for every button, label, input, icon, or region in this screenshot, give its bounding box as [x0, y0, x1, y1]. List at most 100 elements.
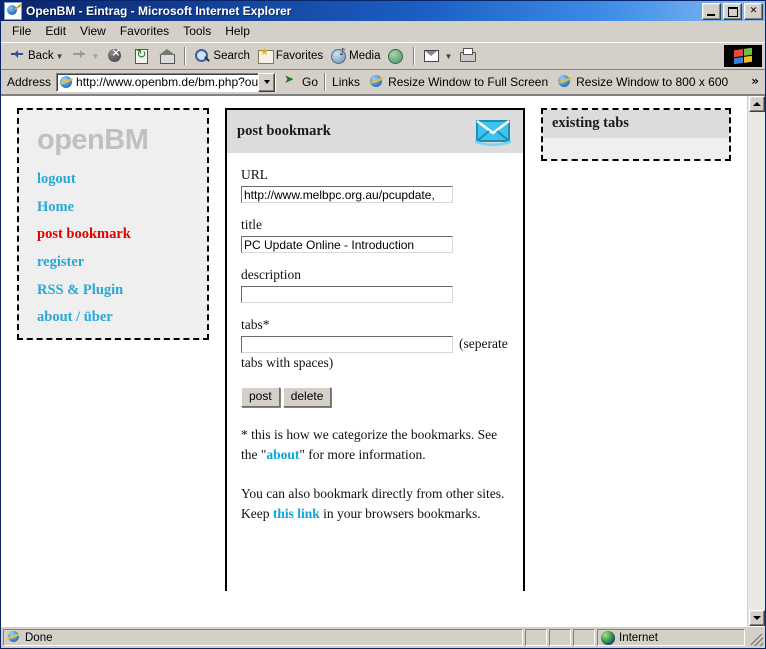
- browser-window: OpenBM - Eintrag - Microsoft Internet Ex…: [0, 0, 766, 649]
- windows-flag-icon: [734, 47, 752, 65]
- address-label: Address: [7, 75, 52, 89]
- link-resize-800x600[interactable]: Resize Window to 800 x 600: [556, 73, 728, 91]
- menu-item-help[interactable]: Help: [218, 22, 257, 40]
- scroll-down-button[interactable]: [748, 610, 765, 626]
- existing-tabs-title: existing tabs: [543, 110, 729, 138]
- address-dropdown-icon[interactable]: [258, 72, 276, 92]
- links-label[interactable]: Links: [332, 75, 360, 89]
- security-zone-pane: Internet: [597, 629, 745, 646]
- refresh-icon: [131, 47, 151, 65]
- page-content: openBM logout Home post bookmark registe…: [1, 96, 747, 626]
- sidebar-item-post-bookmark[interactable]: post bookmark: [37, 226, 189, 243]
- sidebar-item-rss-plugin[interactable]: RSS & Plugin: [37, 282, 189, 299]
- existing-tabs-body: [543, 138, 729, 154]
- description-input[interactable]: [241, 286, 453, 303]
- sidebar-item-home[interactable]: Home: [37, 199, 189, 216]
- stop-button[interactable]: [102, 45, 128, 67]
- favorites-star-icon: [256, 47, 276, 65]
- security-zone-label: Internet: [619, 631, 658, 644]
- existing-tabs-panel: existing tabs: [541, 108, 731, 161]
- vertical-scrollbar[interactable]: [747, 96, 765, 626]
- search-label: Search: [213, 50, 250, 62]
- minimize-button[interactable]: [702, 2, 721, 20]
- menu-item-edit[interactable]: Edit: [38, 22, 73, 40]
- history-button[interactable]: [383, 45, 409, 67]
- status-pane-4: [573, 629, 595, 646]
- scroll-up-button[interactable]: [748, 96, 765, 112]
- status-message: Done: [25, 631, 53, 644]
- site-sidebar: openBM logout Home post bookmark registe…: [17, 108, 209, 340]
- maximize-button[interactable]: [723, 2, 742, 20]
- form-buttons: post delete: [241, 387, 511, 408]
- go-label: Go: [302, 75, 319, 89]
- back-button[interactable]: Back ▼: [5, 45, 67, 67]
- window-controls: ✕: [702, 2, 763, 20]
- back-dropdown-icon[interactable]: ▼: [56, 52, 64, 61]
- forward-dropdown-icon[interactable]: ▼: [92, 52, 100, 61]
- close-button[interactable]: ✕: [744, 2, 763, 20]
- forward-button[interactable]: ▼: [67, 45, 103, 67]
- menu-item-file[interactable]: File: [5, 22, 38, 40]
- title-label: title: [241, 217, 262, 232]
- back-arrow-icon: [8, 47, 28, 65]
- sidebar-item-register[interactable]: register: [37, 254, 189, 271]
- refresh-button[interactable]: [128, 45, 154, 67]
- sidebar-item-about[interactable]: about / über: [37, 309, 189, 326]
- post-button[interactable]: post: [241, 387, 280, 408]
- search-button[interactable]: Search: [190, 45, 252, 67]
- link-resize-full-screen-label: Resize Window to Full Screen: [388, 75, 549, 89]
- forward-arrow-icon: [70, 47, 90, 65]
- address-combobox[interactable]: http://www.openbm.de/bm.php?outside=1: [56, 72, 277, 92]
- tabs-label: tabs*: [241, 317, 270, 332]
- site-logo: openBM: [37, 124, 149, 156]
- home-button[interactable]: [154, 45, 180, 67]
- title-input[interactable]: [241, 236, 453, 253]
- tabs-hint-inline: (seperate: [459, 336, 508, 351]
- categorize-note: * this is how we categorize the bookmark…: [241, 425, 509, 466]
- panel-header: post bookmark: [227, 110, 523, 153]
- menu-bar: File Edit View Favorites Tools Help: [1, 21, 765, 42]
- address-input[interactable]: http://www.openbm.de/bm.php?outside=1: [76, 75, 258, 89]
- resize-grip[interactable]: [747, 629, 763, 646]
- favorites-button[interactable]: Favorites: [253, 45, 326, 67]
- link-resize-full-screen[interactable]: Resize Window to Full Screen: [368, 73, 548, 91]
- url-input[interactable]: [241, 186, 453, 203]
- link-ie-icon-2: [556, 73, 576, 91]
- status-ie-icon: [7, 630, 22, 645]
- favorites-label: Favorites: [275, 50, 324, 62]
- tabs-field-row: (seperate: [239, 336, 511, 353]
- media-button[interactable]: Media: [326, 45, 383, 67]
- panel-title: post bookmark: [237, 122, 331, 139]
- description-label: description: [241, 267, 301, 282]
- mail-icon: [422, 47, 442, 65]
- windows-logo-animation[interactable]: [724, 45, 762, 67]
- this-link[interactable]: this link: [273, 506, 320, 521]
- address-separator: [324, 73, 327, 91]
- home-icon: [157, 47, 177, 65]
- about-link[interactable]: about: [266, 447, 299, 462]
- navigation-toolbar: Back ▼ ▼ Search Favorites Media: [1, 42, 765, 70]
- media-label: Media: [349, 50, 381, 62]
- delete-button[interactable]: delete: [282, 387, 332, 408]
- ie-document-icon: [4, 2, 22, 20]
- internet-globe-icon: [601, 630, 615, 645]
- address-bar: Address http://www.openbm.de/bm.php?outs…: [1, 70, 765, 95]
- media-icon: [329, 47, 349, 65]
- menu-item-favorites[interactable]: Favorites: [113, 22, 176, 40]
- tabs-hint-wrap: tabs with spaces): [241, 355, 334, 370]
- title-bar: OpenBM - Eintrag - Microsoft Internet Ex…: [1, 1, 765, 21]
- page-layout: openBM logout Home post bookmark registe…: [1, 96, 747, 591]
- mail-button[interactable]: ▼: [419, 45, 455, 67]
- go-button[interactable]: Go: [284, 72, 319, 90]
- sidebar-item-logout[interactable]: logout: [37, 171, 189, 188]
- status-pane-3: [549, 629, 571, 646]
- menu-item-tools[interactable]: Tools: [176, 22, 218, 40]
- tabs-input[interactable]: [241, 336, 453, 353]
- status-message-pane: Done: [3, 629, 523, 646]
- menu-item-view[interactable]: View: [73, 22, 113, 40]
- mail-dropdown-icon[interactable]: ▼: [444, 52, 452, 61]
- go-arrow-icon: [284, 72, 300, 90]
- print-button[interactable]: [455, 45, 481, 67]
- panel-body: URL title description tabs* (seperate ta…: [227, 153, 523, 534]
- toolbar-overflow-icon[interactable]: »: [751, 74, 759, 88]
